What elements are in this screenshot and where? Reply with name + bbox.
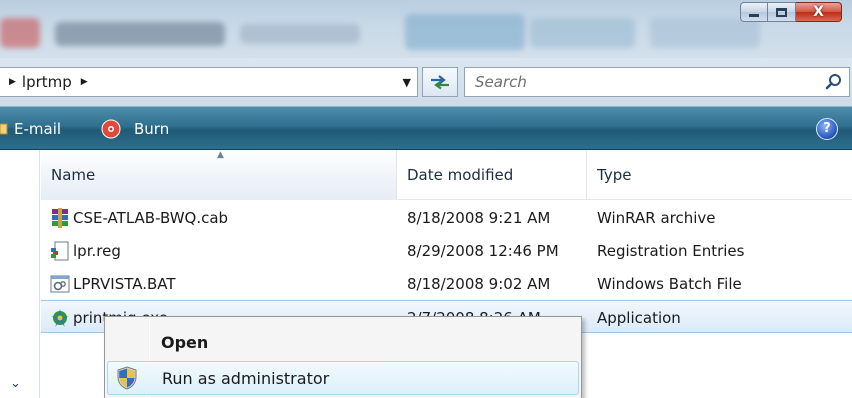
close-icon: X <box>813 4 824 20</box>
context-menu-open-label: Open <box>161 332 209 352</box>
breadcrumb-chevron-icon[interactable]: ▶ <box>9 77 16 87</box>
file-name: CSE-ATLAB-BWQ.cab <box>73 208 229 227</box>
file-date: 8/18/2008 9:21 AM <box>407 208 551 227</box>
column-header-name[interactable]: Name ▲ <box>41 150 397 200</box>
blurred-background <box>0 18 40 48</box>
address-bar-row: ▶ lprtmp ▶ ▼ <box>0 58 852 106</box>
file-name-cell: CSE-ATLAB-BWQ.cab <box>49 201 395 234</box>
burn-button[interactable]: Burn <box>100 117 169 141</box>
file-name-cell: LPRVISTA.BAT <box>49 267 395 300</box>
refresh-button[interactable] <box>422 67 458 97</box>
file-type: Application <box>597 308 681 327</box>
email-label: E-mail <box>14 120 62 138</box>
file-row[interactable]: CSE-ATLAB-BWQ.cab 8/18/2008 9:21 AM WinR… <box>41 201 852 234</box>
window-controls: X <box>740 2 842 22</box>
file-type: WinRAR archive <box>597 208 716 227</box>
file-name: LPRVISTA.BAT <box>73 274 176 293</box>
search-input[interactable] <box>475 72 795 92</box>
address-dropdown-icon[interactable]: ▼ <box>403 76 411 89</box>
file-row[interactable]: lpr.reg 8/29/2008 12:46 PM Registration … <box>41 234 852 267</box>
context-menu-run-as-administrator[interactable]: Run as administrator <box>107 361 579 395</box>
file-date: 8/29/2008 12:46 PM <box>407 241 559 260</box>
help-icon[interactable]: ? <box>816 118 838 140</box>
breadcrumb-item[interactable]: lprtmp <box>22 73 72 91</box>
file-date: 8/18/2008 9:02 AM <box>407 274 551 293</box>
context-menu-run-as-administrator-label: Run as administrator <box>162 368 330 388</box>
chevron-down-icon[interactable]: ⌄ <box>10 376 21 391</box>
registry-file-icon <box>51 241 69 260</box>
email-button[interactable]: E-mail <box>0 117 61 141</box>
application-icon <box>51 308 69 327</box>
search-icon[interactable] <box>825 73 843 91</box>
blurred-background <box>55 22 225 46</box>
navigation-pane: ⌄ <box>0 150 40 398</box>
file-row[interactable]: LPRVISTA.BAT 8/18/2008 9:02 AM Windows B… <box>41 267 852 300</box>
batch-file-icon <box>50 275 70 292</box>
file-list: CSE-ATLAB-BWQ.cab 8/18/2008 9:21 AM WinR… <box>41 201 852 333</box>
refresh-arrows-icon <box>431 75 449 90</box>
window-title-bar: X <box>0 0 852 58</box>
command-toolbar: E-mail Burn ? <box>0 106 852 150</box>
column-header-name-label: Name <box>51 166 96 184</box>
maximize-button[interactable] <box>768 2 796 22</box>
column-header-date-modified[interactable]: Date modified <box>397 150 587 200</box>
blurred-background <box>530 18 635 48</box>
winrar-archive-icon <box>52 207 68 228</box>
burn-disc-icon <box>101 119 121 139</box>
blurred-background <box>240 24 360 44</box>
breadcrumb-chevron-icon[interactable]: ▶ <box>81 77 88 87</box>
email-icon <box>0 123 8 135</box>
blurred-background <box>650 18 760 48</box>
file-type: Windows Batch File <box>597 274 742 293</box>
minimize-button[interactable] <box>740 2 768 22</box>
file-name: lpr.reg <box>73 241 121 260</box>
address-bar[interactable]: ▶ lprtmp ▶ ▼ <box>0 67 418 97</box>
maximize-icon <box>776 7 787 17</box>
close-button[interactable]: X <box>796 2 842 22</box>
burn-label: Burn <box>134 120 170 138</box>
column-header-type-label: Type <box>597 166 632 184</box>
context-menu-open[interactable]: Open <box>107 325 579 359</box>
sort-ascending-icon: ▲ <box>217 150 224 160</box>
column-header-type[interactable]: Type <box>587 150 852 200</box>
column-header-date-label: Date modified <box>407 166 514 184</box>
file-type: Registration Entries <box>597 241 745 260</box>
search-box <box>464 67 850 97</box>
context-menu: Open Run as administrator <box>104 316 582 398</box>
column-headers: Name ▲ Date modified Type <box>41 150 852 200</box>
uac-shield-icon <box>117 366 137 390</box>
file-name-cell: lpr.reg <box>49 234 395 267</box>
minimize-icon <box>749 13 759 17</box>
blurred-background <box>405 14 525 50</box>
